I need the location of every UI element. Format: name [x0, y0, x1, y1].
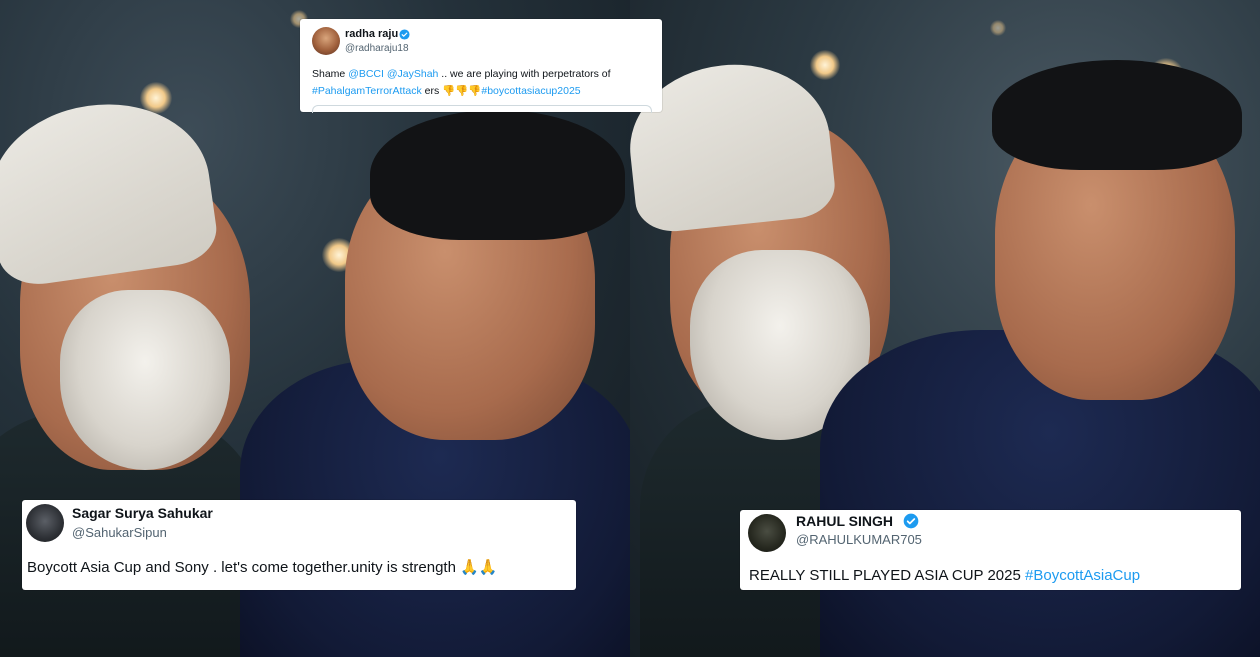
bokeh-light	[990, 20, 1006, 36]
tweet-author-name[interactable]: Sagar Surya Sahukar	[72, 505, 213, 521]
media-preview-edge	[312, 105, 652, 113]
tweet-body: Boycott Asia Cup and Sony . let's come t…	[27, 558, 497, 576]
old-man-beard	[60, 290, 230, 470]
tweet-author-name[interactable]: RAHUL SINGH	[796, 513, 893, 529]
tweet-text: ers	[421, 85, 443, 97]
hashtag-link[interactable]: #boycottasiacup2025	[481, 85, 580, 97]
tweet-card-top: radha raju @radharaju18 Shame @BCCI @Jay…	[300, 19, 662, 113]
mention-link[interactable]: @BCCI	[348, 68, 384, 80]
hashtag-link[interactable]: #BoycottAsiaCup	[1025, 567, 1140, 584]
tweet-card-right: RAHUL SINGH @RAHULKUMAR705 REALLY STILL …	[740, 510, 1241, 590]
thumbs-down-emoji: 👎👎👎	[442, 85, 482, 97]
hashtag-link[interactable]: #PahalgamTerrorAttack	[312, 85, 422, 97]
bokeh-light	[810, 50, 840, 80]
tweet-text: REALLY STILL PLAYED ASIA CUP 2025	[749, 567, 1025, 584]
man-hair	[370, 110, 625, 240]
tweet-author-handle[interactable]: @radharaju18	[345, 43, 409, 54]
tweet-text: .. we are playing with perpetrators of	[438, 68, 611, 80]
verified-badge-icon	[903, 513, 919, 529]
tweet-body-line: Shame @BCCI @JaySha​h .. we are playing …	[312, 68, 611, 80]
mention-link[interactable]: @JaySha​h	[387, 68, 439, 80]
tweet-text: Boycott Asia Cup and Sony . let's come t…	[27, 559, 461, 576]
old-man-cap	[0, 90, 221, 290]
tweet-body: REALLY STILL PLAYED ASIA CUP 2025 #Boyco…	[749, 567, 1140, 584]
tweet-body-line: #PahalgamTerrorAttack ers 👎👎👎#boycottasi…	[312, 84, 581, 97]
tweet-author-handle[interactable]: @RAHULKUMAR705	[796, 532, 922, 547]
verified-badge-icon	[399, 29, 410, 40]
user-avatar[interactable]	[26, 504, 64, 542]
tweet-text: Shame	[312, 68, 349, 80]
tweet-author-name[interactable]: radha raju	[345, 28, 398, 40]
tweet-author-handle[interactable]: @SahukarSipun	[72, 525, 167, 540]
user-avatar[interactable]	[312, 27, 340, 55]
user-avatar[interactable]	[748, 514, 786, 552]
folded-hands-emoji: 🙏🙏	[460, 558, 498, 576]
tweet-card-left: Sagar Surya Sahukar @SahukarSipun Boycot…	[22, 500, 576, 590]
man-hair	[992, 60, 1242, 170]
